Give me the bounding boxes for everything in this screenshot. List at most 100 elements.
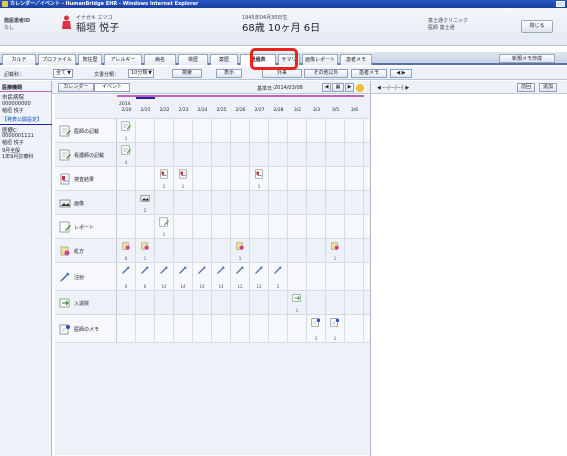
date-3/5[interactable]: 3/5 — [326, 108, 345, 113]
timeline-cell[interactable]: 14 — [155, 263, 174, 290]
timeline-cell[interactable]: 6 — [117, 263, 136, 290]
help-icon[interactable] — [356, 84, 364, 92]
timeline-cell — [231, 315, 250, 342]
window-close-button[interactable] — [556, 1, 565, 7]
prev-date-icon[interactable]: ◀ — [322, 83, 331, 92]
timeline-cell[interactable]: 12 — [231, 263, 250, 290]
timeline-cell — [345, 263, 364, 290]
injection-icon — [273, 266, 282, 275]
nav-arrows[interactable]: ◀ ▶ — [390, 69, 412, 78]
timeline-cell — [307, 143, 326, 166]
close-button[interactable]: 閉じる — [521, 20, 553, 33]
timeline-cell[interactable]: 6 — [136, 263, 155, 290]
row-label-text: レポート — [74, 224, 95, 231]
outpatient-button[interactable]: 外来 — [262, 69, 302, 78]
timeline-cell — [174, 191, 193, 214]
event-count: 1 — [333, 336, 337, 341]
tab-1[interactable]: プロファイル — [38, 54, 76, 65]
tab-event[interactable]: イベント — [94, 83, 130, 92]
base-date-value[interactable]: 2014/03/08 — [274, 85, 303, 91]
date-2/24[interactable]: 2/24 — [193, 108, 212, 113]
date-2/21[interactable]: 2/21 — [136, 108, 155, 113]
injection-icon — [254, 266, 263, 275]
timeline-cell — [212, 291, 231, 314]
publish-setting-link[interactable]: 【発表公開設定】 — [2, 116, 42, 123]
timeline-cell[interactable]: 1 — [250, 167, 269, 190]
new-memo-button[interactable]: 新規メモ作成 — [499, 54, 555, 63]
timeline-cell — [231, 191, 250, 214]
tab-5[interactable]: 検歴 — [178, 54, 208, 65]
timeline-cell — [288, 315, 307, 342]
timeline-cell — [193, 167, 212, 190]
next-date-icon[interactable]: ▶ — [345, 83, 354, 92]
hospital1-name[interactable]: 市民病院 — [2, 93, 24, 101]
patient-name: 稲垣 悦子 — [76, 23, 120, 34]
event-count: 14 — [199, 284, 205, 289]
timeline-cell — [117, 191, 136, 214]
calendar-icon[interactable]: ▦ — [332, 83, 344, 92]
tab-6[interactable]: 薬歴 — [210, 54, 238, 65]
timeline-cell[interactable]: 1 — [288, 291, 307, 314]
date-2/25[interactable]: 2/25 — [212, 108, 231, 113]
timeline-cell[interactable]: 2 — [269, 263, 288, 290]
date-3/6[interactable]: 3/6 — [345, 108, 364, 113]
timeline-cell — [155, 143, 174, 166]
timeline-cell[interactable]: 12 — [250, 263, 269, 290]
doc-class-label: 文書分類： — [94, 72, 120, 78]
timeline-cell[interactable]: 1 — [231, 239, 250, 262]
right-nav[interactable]: ◀ ---/---/---| ▶ — [377, 85, 409, 91]
timeline-cell[interactable]: 14 — [174, 263, 193, 290]
date-2/28[interactable]: 2/28 — [269, 108, 288, 113]
date-2/26[interactable]: 2/26 — [231, 108, 250, 113]
tab-9[interactable]: 画像レポート — [302, 54, 338, 65]
timeline-cell[interactable]: 14 — [193, 263, 212, 290]
timeline-row: 入退院 1 — [55, 291, 370, 315]
timeline-cell — [288, 167, 307, 190]
timeline-cell[interactable]: 4 — [117, 143, 136, 166]
timeline-cell[interactable]: 1 — [117, 119, 136, 142]
other-button[interactable]: その他以外 — [304, 69, 348, 78]
date-2/27[interactable]: 2/27 — [250, 108, 269, 113]
date-2/23[interactable]: 2/23 — [174, 108, 193, 113]
patient-memo-button[interactable]: 患者メモ — [351, 69, 387, 78]
tab-10[interactable]: 患者メモ — [340, 54, 372, 65]
timeline-cell[interactable]: 1 — [136, 239, 155, 262]
timeline-cell[interactable]: 2 — [136, 191, 155, 214]
timeline-cell — [174, 239, 193, 262]
tab-3[interactable]: アレルギー — [104, 54, 142, 65]
tab-0[interactable]: カルテ — [2, 54, 36, 65]
timeline-cell[interactable]: 1 — [326, 239, 345, 262]
doc-class-select[interactable]: 10分類 ▼ — [128, 69, 154, 78]
previous-button[interactable]: 前回 — [517, 83, 535, 92]
timeline-cell — [307, 263, 326, 290]
timeline-cell — [193, 291, 212, 314]
timeline-cell — [269, 191, 288, 214]
timeline-cell[interactable]: 2 — [155, 167, 174, 190]
tab-calendar[interactable]: カレンダー — [58, 83, 94, 92]
timeline-cell[interactable]: 1 — [155, 215, 174, 238]
facility-id-value: なし — [4, 25, 15, 31]
date-3/2[interactable]: 3/2 — [288, 108, 307, 113]
date-2/22[interactable]: 2/22 — [155, 108, 174, 113]
nurse-note-icon — [59, 149, 71, 160]
doctor-note-icon — [59, 125, 71, 136]
doctor-memo-icon — [311, 318, 321, 327]
timeline-cell[interactable]: 6 — [117, 239, 136, 262]
date-2/20[interactable]: 2/20 — [117, 108, 136, 113]
timeline-cell[interactable]: 1 — [326, 315, 345, 342]
admission-icon — [59, 298, 70, 307]
record-dept-select[interactable]: 全て ▼ — [53, 69, 73, 78]
timeline-cell — [212, 119, 231, 142]
timeline-cell[interactable]: 14 — [212, 263, 231, 290]
search-button[interactable]: 検索 — [172, 69, 202, 78]
timeline-cell[interactable]: 3 — [307, 315, 326, 342]
date-3/3[interactable]: 3/3 — [307, 108, 326, 113]
timeline-cell — [231, 215, 250, 238]
timeline-cell — [155, 315, 174, 342]
timeline-cell[interactable]: 1 — [174, 167, 193, 190]
tab-4[interactable]: 病名 — [144, 54, 176, 65]
tab-2[interactable]: 既往歴 — [78, 54, 102, 65]
add-button[interactable]: 追加 — [539, 83, 557, 92]
display-button[interactable]: 表示 — [216, 69, 242, 78]
date-header: 2014 2/20 2/21 2/22 2/23 2/24 2/25 2/26 2/27 2/28… — [55, 95, 370, 119]
